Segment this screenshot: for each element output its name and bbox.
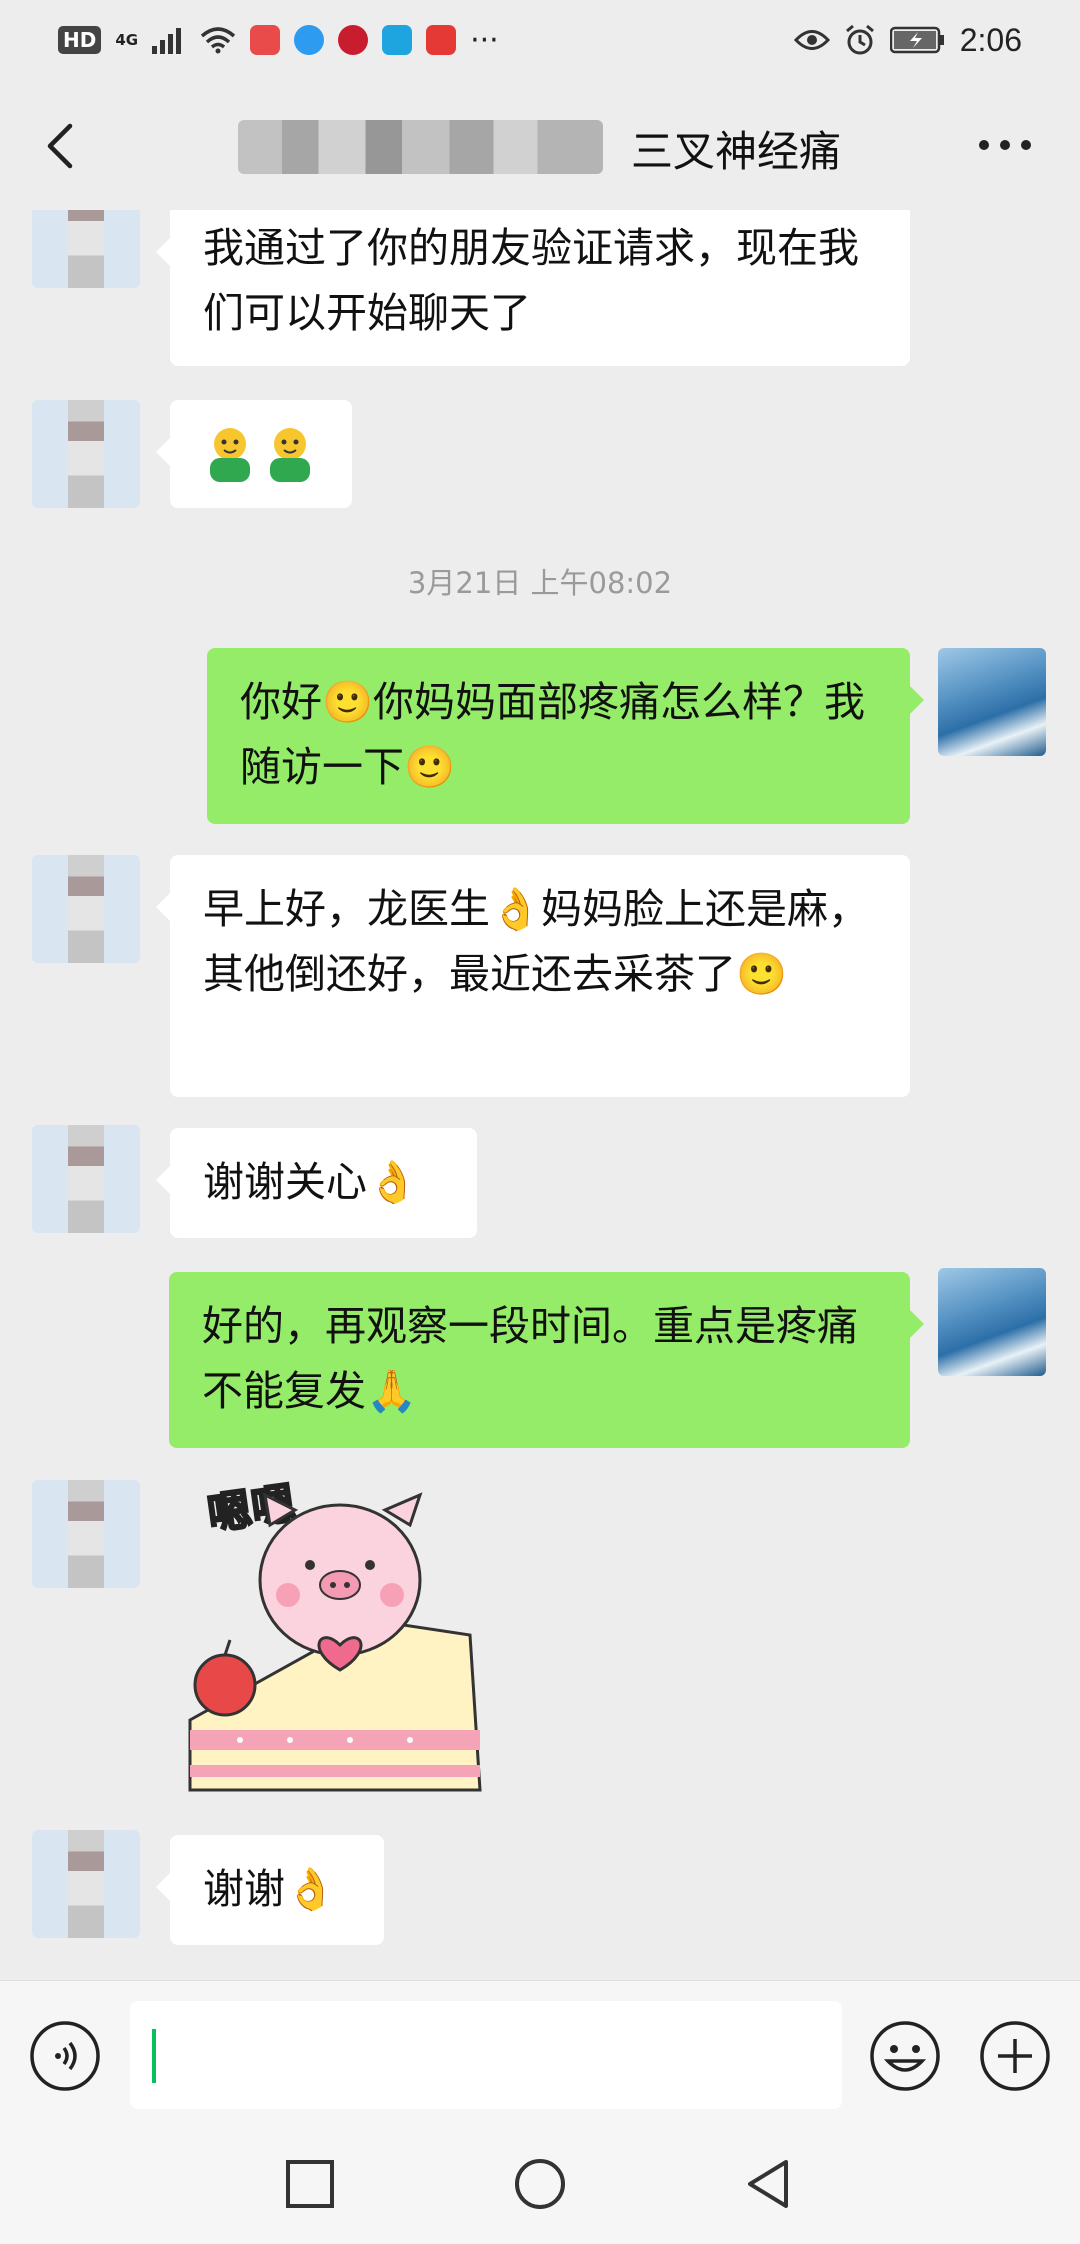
message-text: 早上好，龙医生👌妈妈脸上还是麻，其他倒还好，最近还去采茶了🙂 <box>203 885 870 998</box>
network-label: 4G <box>115 30 139 49</box>
battery-icon <box>889 26 944 54</box>
message-input[interactable] <box>130 2001 842 2109</box>
text-cursor <box>152 2029 156 2083</box>
my-avatar[interactable] <box>938 648 1046 756</box>
hd-badge: HD <box>58 26 102 54</box>
contact-avatar[interactable] <box>32 210 140 288</box>
message-bubble[interactable]: 谢谢👌 <box>156 1835 384 1945</box>
app-icon-huawei <box>426 25 457 55</box>
contact-avatar[interactable] <box>32 400 140 508</box>
emoji-icon[interactable] <box>868 2019 942 2093</box>
message-bubble[interactable]: 早上好，龙医生👌妈妈脸上还是麻，其他倒还好，最近还去采茶了🙂 <box>156 855 910 1097</box>
voice-icon[interactable] <box>28 2019 102 2093</box>
clock: 2:06 <box>959 21 1022 58</box>
message-text: 好的，再观察一段时间。重点是疼痛不能复发🙏 <box>202 1302 858 1415</box>
eye-icon <box>793 30 830 50</box>
message-bubble[interactable] <box>156 400 352 508</box>
system-nav-bar <box>0 2120 1080 2244</box>
message-bubble[interactable]: 谢谢关心👌 <box>156 1128 477 1238</box>
app-icon-crimson <box>338 25 369 55</box>
app-icon-globe <box>382 25 413 55</box>
message-list[interactable]: 我通过了你的朋友验证请求，现在我们可以开始聊天了 3月21日 上午08:02 你… <box>0 210 1080 1980</box>
status-bar: HD 4G ··· 2:06 <box>0 0 1080 80</box>
my-avatar[interactable] <box>938 1268 1046 1376</box>
alarm-icon <box>845 24 874 55</box>
square-icon[interactable] <box>282 2156 338 2212</box>
contact-avatar[interactable] <box>32 855 140 963</box>
app-icon-red <box>250 25 281 55</box>
signal-icon <box>152 28 182 54</box>
message-text: 谢谢关心👌 <box>203 1158 419 1206</box>
triangle-back-icon[interactable] <box>740 2156 796 2212</box>
message-text: 你好🙂你妈妈面部疼痛怎么样？我随访一下🙂 <box>240 678 866 791</box>
chat-header: 三叉神经痛 <box>0 80 1080 210</box>
wifi-icon <box>200 27 236 54</box>
message-text: 我通过了你的朋友验证请求，现在我们可以开始聊天了 <box>203 224 859 337</box>
more-dots-icon[interactable] <box>970 120 1040 170</box>
circle-icon[interactable] <box>512 2156 568 2212</box>
pink-pig-heart-cake-sticker[interactable]: 嗯嗯 <box>170 1470 500 1810</box>
more-notifications: ··· <box>470 22 499 58</box>
contact-avatar[interactable] <box>32 1125 140 1233</box>
message-bubble[interactable]: 我通过了你的朋友验证请求，现在我们可以开始聊天了 <box>156 210 910 366</box>
message-timestamp: 3月21日 上午08:02 <box>407 566 673 600</box>
chat-title: 三叉神经痛 <box>240 118 860 179</box>
message-bubble[interactable]: 好的，再观察一段时间。重点是疼痛不能复发🙏 <box>169 1272 924 1448</box>
app-icon-blue <box>294 25 325 55</box>
contact-avatar[interactable] <box>32 1480 140 1588</box>
two-people-emoji <box>210 428 310 482</box>
chevron-left-icon[interactable] <box>28 110 98 180</box>
input-bar <box>0 1980 1080 2121</box>
message-text: 谢谢👌 <box>203 1865 337 1913</box>
chat-title-text: 三叉神经痛 <box>630 127 841 176</box>
message-bubble[interactable]: 你好🙂你妈妈面部疼痛怎么样？我随访一下🙂 <box>207 648 924 824</box>
status-right: 2:06 <box>793 21 1022 59</box>
status-left: HD 4G ··· <box>58 23 499 58</box>
contact-avatar[interactable] <box>32 1830 140 1938</box>
plus-icon[interactable] <box>978 2019 1052 2093</box>
